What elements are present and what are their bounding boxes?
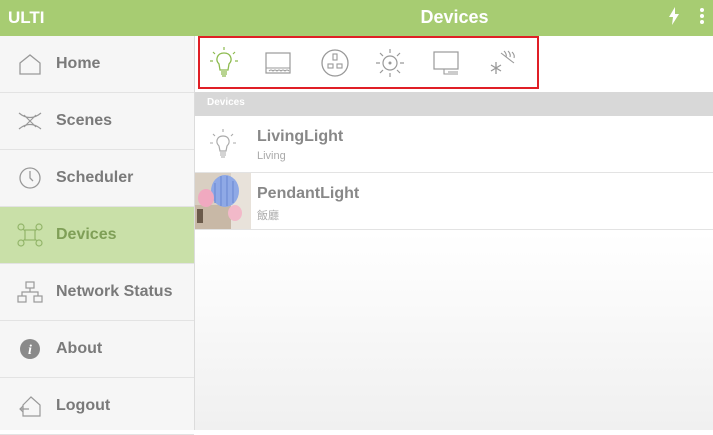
sidebar-item-scenes[interactable]: Scenes [0,93,194,150]
sidebar-item-about[interactable]: i About [0,321,194,378]
sidebar-item-label: Devices [56,226,117,243]
lightbulb-icon[interactable] [207,44,241,82]
sun-icon[interactable] [373,44,407,82]
svg-text:i: i [28,343,32,358]
sidebar-item-network-status[interactable]: Network Status [0,264,194,321]
screen-icon[interactable] [429,44,463,82]
sidebar-item-label: About [56,340,103,357]
info-icon: i [14,333,46,365]
logout-icon [14,390,46,422]
flash-icon[interactable] [667,6,681,26]
aircon-icon[interactable] [485,44,519,82]
lightbulb-icon [195,116,251,172]
scenes-icon [14,105,46,137]
sidebar-item-label: Scheduler [56,169,134,186]
top-bar: ULTI Devices [0,0,713,36]
socket-icon[interactable] [318,44,352,82]
device-type-toolbar [195,36,713,91]
sidebar-item-label: Logout [56,397,111,414]
network-icon [14,276,46,308]
sidebar-item-home[interactable]: Home [0,36,194,93]
page-title: Devices [420,7,489,27]
pendant-light-thumbnail [195,173,251,229]
devices-icon [14,219,46,251]
clock-icon [14,162,46,194]
sidebar-item-label: Scenes [56,112,113,129]
top-actions [667,6,705,26]
sidebar-item-label: Home [56,55,101,72]
device-room: 飯廳 [257,210,279,222]
main-content: Devices LivingLight Living PendantLight … [195,36,713,430]
device-room: Living [257,150,286,162]
sidebar: Home Scenes Scheduler Devices Network St… [0,36,195,435]
device-name: PendantLight [257,185,360,202]
device-row-pendantlight[interactable]: PendantLight 飯廳 [195,173,713,230]
device-name: LivingLight [257,128,344,145]
section-label: Devices [207,97,245,108]
devices-section-header: Devices [195,92,713,116]
app-brand: ULTI [8,8,45,27]
sidebar-item-label: Network Status [56,283,173,300]
more-vert-icon[interactable] [699,6,705,26]
home-icon [14,48,46,80]
curtain-icon[interactable] [261,44,295,82]
sidebar-item-devices[interactable]: Devices [0,207,194,264]
device-row-livinglight[interactable]: LivingLight Living [195,116,713,173]
sidebar-item-scheduler[interactable]: Scheduler [0,150,194,207]
sidebar-item-logout[interactable]: Logout [0,378,194,435]
